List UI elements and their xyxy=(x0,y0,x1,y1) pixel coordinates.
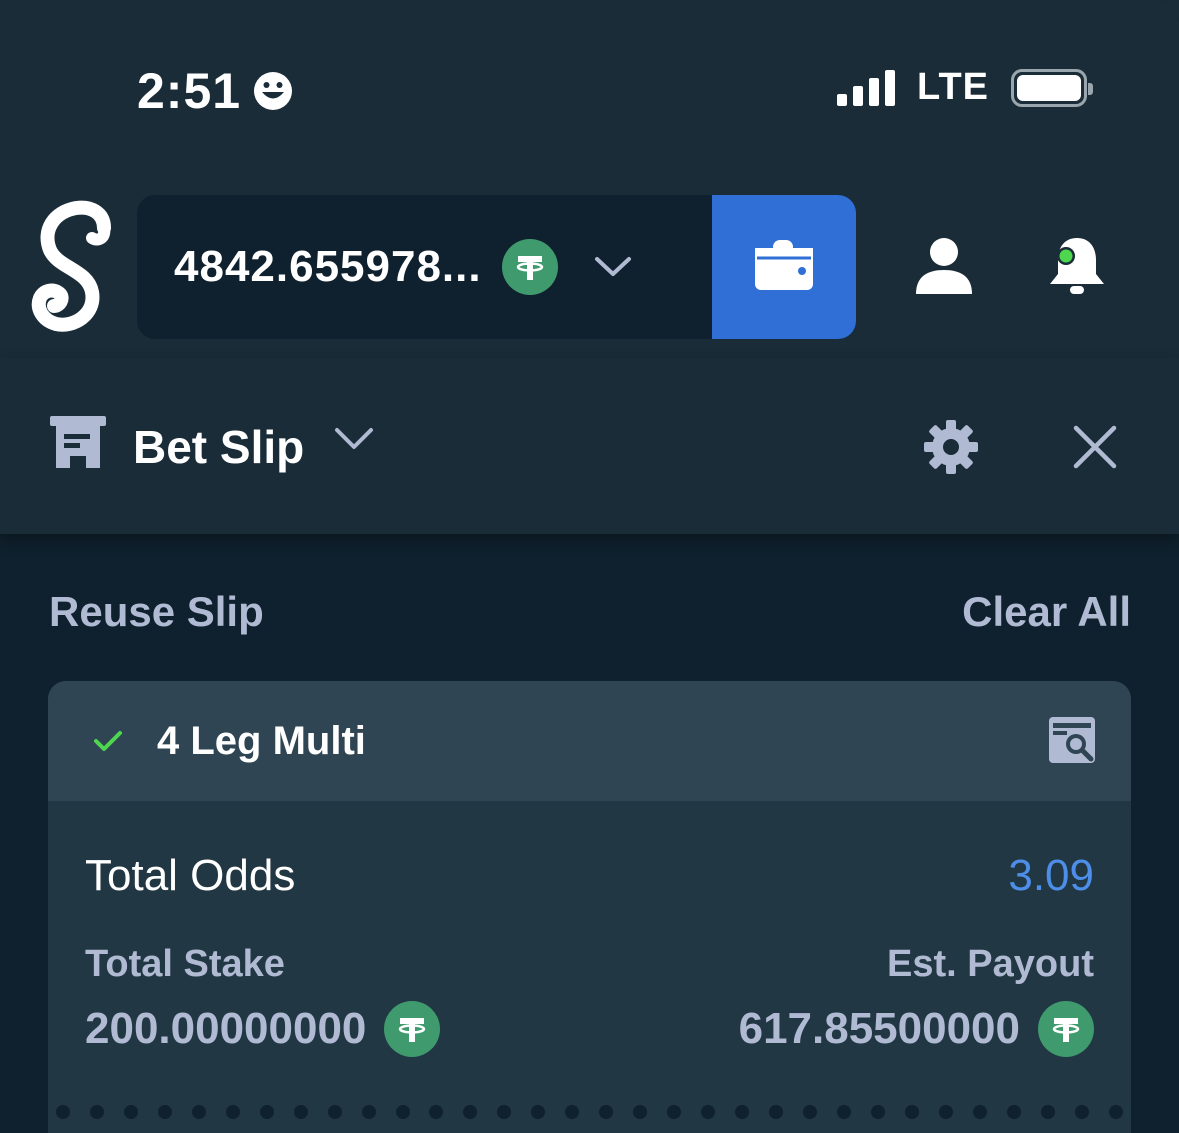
bet-card-header[interactable]: 4 Leg Multi xyxy=(48,681,1131,801)
smiley-icon xyxy=(253,71,293,111)
tether-icon xyxy=(501,239,558,295)
gear-icon[interactable] xyxy=(924,420,978,479)
bet-card-title: 4 Leg Multi xyxy=(157,718,366,763)
status-time: 2:51 xyxy=(137,62,293,120)
clear-all-button[interactable]: Clear All xyxy=(962,588,1131,636)
battery-icon xyxy=(1011,68,1093,107)
est-payout: 617.85500000 xyxy=(739,1001,1094,1057)
top-bar: 2:51 LTE 4842.655978... xyxy=(0,0,1179,358)
stake-logo[interactable] xyxy=(30,198,116,334)
total-stake-value: 200.00000000 xyxy=(85,1004,367,1053)
bet-slip-title[interactable]: Bet Slip xyxy=(133,420,304,474)
stake-payout-values: 200.00000000 617.85500000 xyxy=(85,1001,1094,1057)
stake-payout-labels: Total Stake Est. Payout xyxy=(85,943,1094,986)
chevron-down-icon[interactable] xyxy=(334,426,374,457)
app-screen: 2:51 LTE 4842.655978... Bet Slip Reuse S… xyxy=(0,0,1179,1133)
ticket-perforation xyxy=(56,1105,1123,1119)
bet-card: 4 Leg Multi Total Odds 3.09 Total Stake … xyxy=(48,681,1131,1133)
total-stake: 200.00000000 xyxy=(85,1001,441,1057)
wallet-icon xyxy=(755,239,813,295)
close-icon[interactable] xyxy=(1072,424,1118,475)
clock-text: 2:51 xyxy=(137,63,242,119)
balance-value: 4842.655978... xyxy=(174,242,482,291)
bet-preview-icon[interactable] xyxy=(1049,717,1095,768)
total-odds-row: Total Odds 3.09 xyxy=(85,851,1094,901)
balance-selector[interactable]: 4842.655978... xyxy=(137,195,856,339)
total-stake-label: Total Stake xyxy=(85,943,285,985)
total-odds-label: Total Odds xyxy=(85,851,296,900)
est-payout-value: 617.85500000 xyxy=(738,1004,1020,1053)
chevron-down-icon[interactable] xyxy=(594,255,632,279)
reuse-slip-button[interactable]: Reuse Slip xyxy=(49,588,264,636)
signal-icon xyxy=(837,69,896,106)
network-type: LTE xyxy=(917,66,989,108)
wallet-button[interactable] xyxy=(712,195,856,339)
status-indicators: LTE xyxy=(837,66,1093,109)
est-payout-label: Est. Payout xyxy=(887,943,1094,985)
tether-icon xyxy=(1038,1001,1094,1057)
total-odds-value: 3.09 xyxy=(1008,851,1094,900)
bell-icon[interactable] xyxy=(1046,234,1108,303)
bet-slip-icon xyxy=(50,416,106,473)
check-icon xyxy=(93,729,123,753)
user-icon[interactable] xyxy=(914,236,974,301)
tether-icon xyxy=(384,1001,441,1057)
